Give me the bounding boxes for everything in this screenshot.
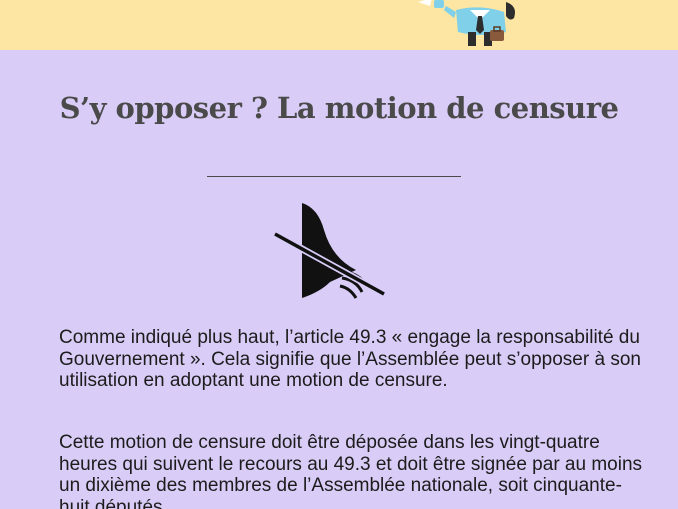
top-illustration-band	[0, 0, 678, 50]
businessman-illustration-icon	[418, 0, 515, 46]
paragraph-1: Comme indiqué plus haut, l’article 49.3 …	[59, 327, 641, 391]
page-title: S’y opposer ? La motion de censure	[59, 91, 619, 125]
title-divider	[207, 176, 461, 177]
page: S’y opposer ? La motion de censure Comme…	[0, 0, 678, 509]
gavel-crossed-icon	[273, 203, 386, 299]
paragraph-2: Cette motion de censure doit être déposé…	[59, 432, 643, 509]
